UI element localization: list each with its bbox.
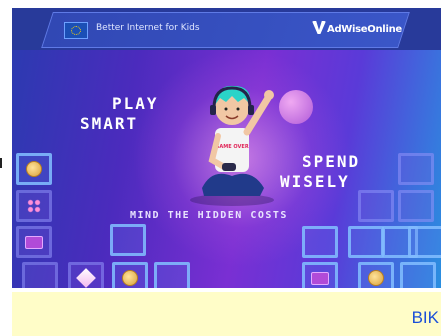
inventory-slot[interactable] — [22, 262, 58, 288]
game-banner[interactable]: Better Internet for Kids AdWiseOnline GA… — [12, 8, 441, 288]
inventory-slot[interactable] — [154, 262, 190, 288]
title-wisely: WISELY — [280, 172, 350, 191]
inventory-slot-coin[interactable] — [112, 262, 148, 288]
coin-icon — [26, 161, 42, 177]
banner-header: Better Internet for Kids AdWiseOnline — [12, 8, 441, 50]
inventory-slot-coin[interactable] — [358, 262, 394, 288]
credit-card-icon — [311, 271, 329, 285]
inventory-slot-dots[interactable] — [16, 190, 52, 222]
inventory-slot-diamond[interactable] — [68, 262, 104, 288]
footer-bik-label[interactable]: BIK — [412, 308, 439, 328]
inventory-slot[interactable] — [398, 153, 434, 185]
inventory-slot[interactable] — [358, 190, 394, 222]
inventory-slot[interactable] — [302, 226, 338, 258]
pink-bubble — [279, 90, 313, 124]
title-spend: SPEND — [302, 152, 361, 171]
logo-text: AdWiseOnline — [327, 24, 402, 35]
inventory-slot[interactable] — [348, 226, 384, 258]
shirt-text: GAME OVER — [215, 144, 249, 150]
inventory-slot[interactable] — [398, 190, 434, 222]
inventory-slot[interactable] — [110, 224, 146, 256]
inventory-slot-card[interactable] — [302, 262, 338, 288]
inventory-slot[interactable] — [400, 262, 436, 288]
coin-icon — [368, 270, 384, 286]
subtitle-mind-costs: MIND THE HIDDEN COSTS — [130, 210, 288, 221]
inventory-slot[interactable] — [408, 226, 441, 258]
title-play: PLAY — [112, 94, 159, 113]
dots-icon — [27, 199, 41, 213]
inventory-slot-coin[interactable] — [16, 153, 52, 185]
inventory-slot-card[interactable] — [16, 226, 52, 258]
eu-flag-icon — [64, 22, 88, 39]
text-cursor — [0, 158, 2, 168]
header-left-label: Better Internet for Kids — [96, 23, 200, 33]
logo-mark-icon — [312, 21, 326, 34]
title-smart: SMART — [80, 114, 139, 133]
adwise-logo: AdWiseOnline — [312, 21, 402, 35]
credit-card-icon — [25, 235, 43, 249]
coin-icon — [122, 270, 138, 286]
footer-bar: BIK — [12, 292, 441, 336]
diamond-icon — [76, 268, 96, 288]
gamer-kid-illustration: GAME OVER — [190, 85, 274, 206]
